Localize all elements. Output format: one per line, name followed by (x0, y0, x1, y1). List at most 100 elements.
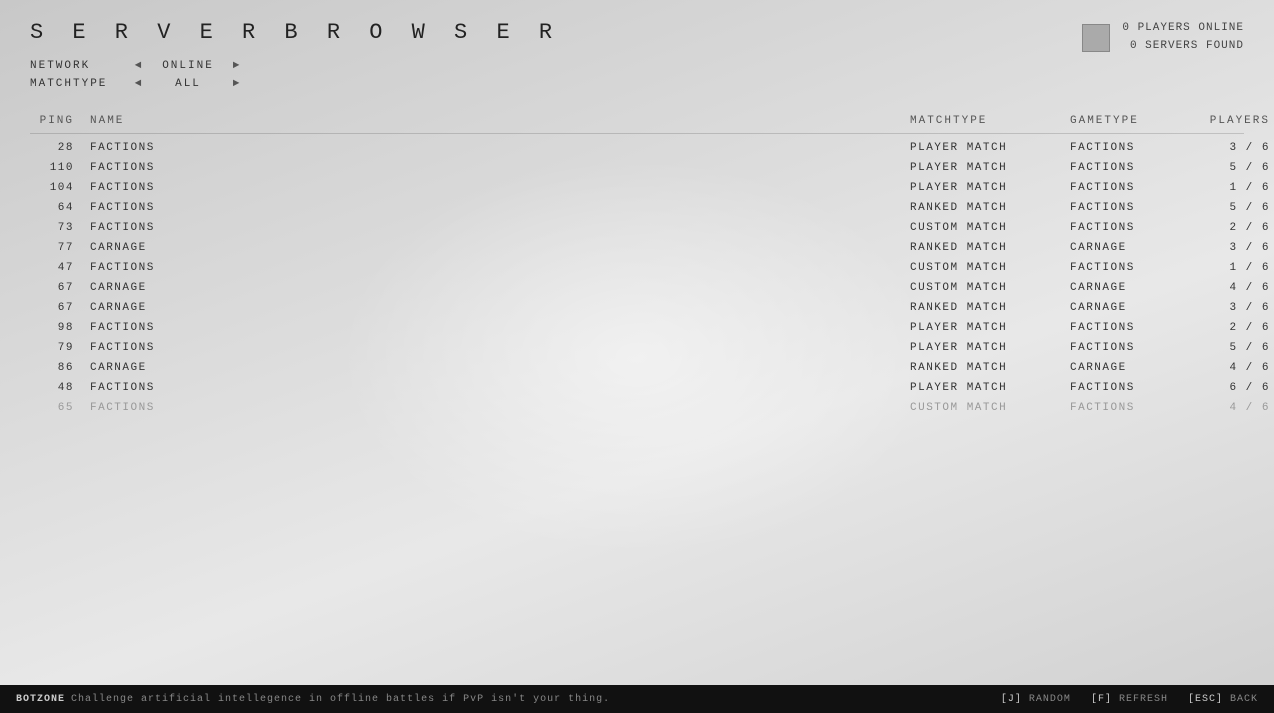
table-header: PING NAME MATCHTYPE GAMETYPE PLAYERS (30, 115, 1244, 134)
filters: NETWORK ◄ ONLINE ► MATCHTYPE ◄ ALL ► (30, 60, 246, 96)
row-gametype: CARNAGE (1070, 242, 1190, 254)
row-players: 4 / 6 (1190, 282, 1270, 294)
row-ping: 77 (30, 242, 90, 254)
network-label: NETWORK (30, 60, 130, 72)
row-gametype: CARNAGE (1070, 282, 1190, 294)
row-matchtype: CUSTOM MATCH (910, 402, 1070, 414)
server-icon (1082, 24, 1110, 52)
servers-found: 0 SERVERS FOUND (1122, 38, 1244, 56)
row-players: 1 / 6 (1190, 182, 1270, 194)
keybind-back[interactable]: [ESC] BACK (1188, 694, 1258, 705)
header-gametype: GAMETYPE (1070, 115, 1190, 127)
table-row[interactable]: 65 FACTIONS CUSTOM MATCH FACTIONS 4 / 6 (30, 398, 1244, 418)
row-ping: 67 (30, 302, 90, 314)
keybinds: [J] RANDOM [F] REFRESH [ESC] BACK (1001, 694, 1258, 705)
keybind-random[interactable]: [J] RANDOM (1001, 694, 1071, 705)
row-gametype: CARNAGE (1070, 302, 1190, 314)
row-matchtype: RANKED MATCH (910, 362, 1070, 374)
bottom-bar: BOTZONEChallenge artificial intellegence… (0, 685, 1274, 713)
matchtype-prev-button[interactable]: ◄ (130, 78, 148, 90)
header-ping: PING (30, 115, 90, 127)
row-matchtype: CUSTOM MATCH (910, 222, 1070, 234)
row-players: 3 / 6 (1190, 142, 1270, 154)
row-gametype: FACTIONS (1070, 262, 1190, 274)
row-players: 6 / 6 (1190, 382, 1270, 394)
row-ping: 73 (30, 222, 90, 234)
row-gametype: FACTIONS (1070, 142, 1190, 154)
table-row[interactable]: 67 CARNAGE RANKED MATCH CARNAGE 3 / 6 (30, 298, 1244, 318)
row-ping: 65 (30, 402, 90, 414)
row-gametype: FACTIONS (1070, 182, 1190, 194)
table-row[interactable]: 28 FACTIONS PLAYER MATCH FACTIONS 3 / 6 (30, 138, 1244, 158)
network-filter: NETWORK ◄ ONLINE ► (30, 60, 246, 72)
row-ping: 48 (30, 382, 90, 394)
botzone-label: BOTZONE (16, 694, 65, 705)
row-matchtype: RANKED MATCH (910, 302, 1070, 314)
table-row[interactable]: 104 FACTIONS PLAYER MATCH FACTIONS 1 / 6 (30, 178, 1244, 198)
row-gametype: FACTIONS (1070, 322, 1190, 334)
row-ping: 98 (30, 322, 90, 334)
table-row[interactable]: 64 FACTIONS RANKED MATCH FACTIONS 5 / 6 (30, 198, 1244, 218)
table-row[interactable]: 98 FACTIONS PLAYER MATCH FACTIONS 2 / 6 (30, 318, 1244, 338)
table-row[interactable]: 110 FACTIONS PLAYER MATCH FACTIONS 5 / 6 (30, 158, 1244, 178)
key-j: [J] (1001, 694, 1022, 705)
row-name: CARNAGE (90, 282, 910, 294)
table-row[interactable]: 48 FACTIONS PLAYER MATCH FACTIONS 6 / 6 (30, 378, 1244, 398)
network-prev-button[interactable]: ◄ (130, 60, 148, 72)
row-matchtype: PLAYER MATCH (910, 382, 1070, 394)
row-players: 5 / 6 (1190, 342, 1270, 354)
matchtype-filter: MATCHTYPE ◄ ALL ► (30, 78, 246, 90)
server-info: 0 PLAYERS ONLINE 0 SERVERS FOUND (1082, 20, 1244, 55)
key-esc: [ESC] (1188, 694, 1223, 705)
table-row[interactable]: 86 CARNAGE RANKED MATCH CARNAGE 4 / 6 (30, 358, 1244, 378)
row-players: 1 / 6 (1190, 262, 1270, 274)
row-name: FACTIONS (90, 182, 910, 194)
row-ping: 104 (30, 182, 90, 194)
row-players: 4 / 6 (1190, 362, 1270, 374)
row-matchtype: PLAYER MATCH (910, 342, 1070, 354)
table-row[interactable]: 73 FACTIONS CUSTOM MATCH FACTIONS 2 / 6 (30, 218, 1244, 238)
row-gametype: FACTIONS (1070, 402, 1190, 414)
table-row[interactable]: 47 FACTIONS CUSTOM MATCH FACTIONS 1 / 6 (30, 258, 1244, 278)
row-matchtype: CUSTOM MATCH (910, 282, 1070, 294)
matchtype-next-button[interactable]: ► (228, 78, 246, 90)
row-players: 4 / 6 (1190, 402, 1270, 414)
row-name: FACTIONS (90, 402, 910, 414)
row-name: CARNAGE (90, 302, 910, 314)
row-players: 3 / 6 (1190, 242, 1270, 254)
table-row[interactable]: 79 FACTIONS PLAYER MATCH FACTIONS 5 / 6 (30, 338, 1244, 358)
row-name: FACTIONS (90, 202, 910, 214)
row-players: 5 / 6 (1190, 202, 1270, 214)
row-name: FACTIONS (90, 342, 910, 354)
row-gametype: FACTIONS (1070, 162, 1190, 174)
row-ping: 28 (30, 142, 90, 154)
row-gametype: CARNAGE (1070, 362, 1190, 374)
row-name: CARNAGE (90, 362, 910, 374)
table-row[interactable]: 67 CARNAGE CUSTOM MATCH CARNAGE 4 / 6 (30, 278, 1244, 298)
network-value: ONLINE (148, 60, 228, 72)
row-matchtype: PLAYER MATCH (910, 162, 1070, 174)
network-next-button[interactable]: ► (228, 60, 246, 72)
row-players: 5 / 6 (1190, 162, 1270, 174)
row-ping: 79 (30, 342, 90, 354)
row-gametype: FACTIONS (1070, 382, 1190, 394)
table-row[interactable]: 77 CARNAGE RANKED MATCH CARNAGE 3 / 6 (30, 238, 1244, 258)
row-ping: 47 (30, 262, 90, 274)
server-table: PING NAME MATCHTYPE GAMETYPE PLAYERS 28 … (30, 115, 1244, 418)
row-gametype: FACTIONS (1070, 202, 1190, 214)
row-matchtype: RANKED MATCH (910, 242, 1070, 254)
matchtype-value: ALL (148, 78, 228, 90)
row-ping: 64 (30, 202, 90, 214)
row-name: FACTIONS (90, 262, 910, 274)
page-title: S E R V E R B R O W S E R (30, 20, 560, 45)
header: S E R V E R B R O W S E R 0 PLAYERS ONLI… (30, 20, 1244, 55)
row-ping: 86 (30, 362, 90, 374)
matchtype-label: MATCHTYPE (30, 78, 130, 90)
keybind-refresh[interactable]: [F] REFRESH (1091, 694, 1168, 705)
row-gametype: FACTIONS (1070, 342, 1190, 354)
row-ping: 110 (30, 162, 90, 174)
header-players: PLAYERS (1190, 115, 1270, 127)
row-matchtype: CUSTOM MATCH (910, 262, 1070, 274)
row-players: 3 / 6 (1190, 302, 1270, 314)
row-matchtype: PLAYER MATCH (910, 182, 1070, 194)
